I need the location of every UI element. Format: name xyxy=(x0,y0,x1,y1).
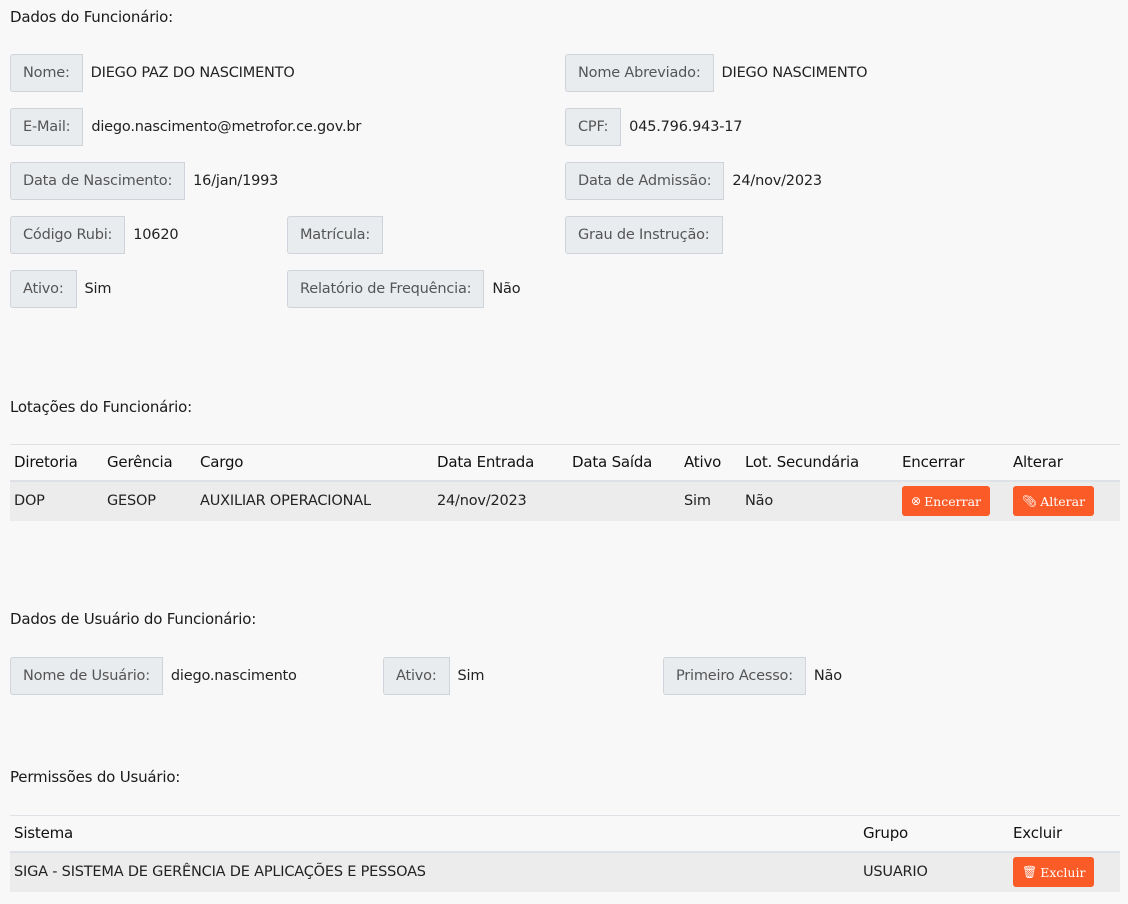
field-codigo-rubi: Código Rubi: 10620 xyxy=(10,216,179,254)
alterar-button-label: Alterar xyxy=(1040,493,1086,509)
field-nome-abreviado: Nome Abreviado: DIEGO NASCIMENTO xyxy=(565,54,868,92)
col-encerrar: Encerrar xyxy=(898,444,1009,482)
label-nome-usuario: Nome de Usuário: xyxy=(10,657,163,695)
permissoes-table: Sistema Grupo Excluir SIGA - SISTEMA DE … xyxy=(10,815,1120,892)
trash-icon: 🗑︎ xyxy=(1022,865,1038,879)
col-excluir: Excluir xyxy=(1009,815,1120,853)
label-cpf: CPF: xyxy=(565,108,622,146)
cell-sistema: SIGA - SISTEMA DE GERÊNCIA DE APLICAÇÕES… xyxy=(14,864,426,880)
label-ativo: Ativo: xyxy=(10,270,77,308)
cell-gerencia: GESOP xyxy=(107,493,156,509)
field-grau-instrucao: Grau de Instrução: xyxy=(565,216,731,254)
label-data-nascimento: Data de Nascimento: xyxy=(10,162,186,200)
permissoes-header-row: Sistema Grupo Excluir xyxy=(10,815,1120,853)
col-cargo: Cargo xyxy=(196,444,433,482)
table-row: SIGA - SISTEMA DE GERÊNCIA DE APLICAÇÕES… xyxy=(10,851,1120,892)
col-data-entrada: Data Entrada xyxy=(433,444,568,482)
paperclip-icon: 📎︎ xyxy=(1022,494,1038,508)
field-relatorio-frequencia: Relatório de Frequência: Não xyxy=(287,270,521,308)
value-primeiro-acesso: Não xyxy=(813,668,842,684)
section-title-permissoes: Permissões do Usuário: xyxy=(10,768,181,786)
label-primeiro-acesso: Primeiro Acesso: xyxy=(663,657,806,695)
col-alterar: Alterar xyxy=(1009,444,1120,482)
col-ativo: Ativo xyxy=(680,444,741,482)
cell-excluir: 🗑︎ Excluir xyxy=(1009,852,1120,892)
col-lot-secundaria: Lot. Secundária xyxy=(741,444,898,482)
section-title-dados-funcionario: Dados do Funcionário: xyxy=(10,8,173,26)
label-usuario-ativo: Ativo: xyxy=(383,657,450,695)
cell-diretoria: DOP xyxy=(14,493,45,509)
cell-lot-secundaria: Não xyxy=(745,493,774,509)
value-data-admissao: 24/nov/2023 xyxy=(732,173,822,189)
col-data-saida: Data Saída xyxy=(568,444,680,482)
cell-data-entrada: 24/nov/2023 xyxy=(437,493,527,509)
cell-grupo: USUARIO xyxy=(863,864,928,880)
label-codigo-rubi: Código Rubi: xyxy=(10,216,126,254)
times-circle-icon: ⊗ xyxy=(911,494,922,508)
section-title-lotacoes: Lotações do Funcionário: xyxy=(10,398,192,416)
excluir-button-label: Excluir xyxy=(1040,864,1086,880)
field-email: E-Mail: diego.nascimento@metrofor.ce.gov… xyxy=(10,108,361,146)
value-nome-usuario: diego.nascimento xyxy=(170,668,297,684)
lotacoes-table: Diretoria Gerência Cargo Data Entrada Da… xyxy=(10,444,1120,521)
value-nome-abreviado: DIEGO NASCIMENTO xyxy=(721,65,868,81)
field-nome: Nome: DIEGO PAZ DO NASCIMENTO xyxy=(10,54,295,92)
field-primeiro-acesso: Primeiro Acesso: Não xyxy=(663,657,842,695)
value-ativo: Sim xyxy=(84,281,112,297)
field-nome-usuario: Nome de Usuário: diego.nascimento xyxy=(10,657,297,695)
value-usuario-ativo: Sim xyxy=(457,668,485,684)
cell-data-saida xyxy=(568,481,680,521)
label-relatorio-frequencia: Relatório de Frequência: xyxy=(287,270,485,308)
field-cpf: CPF: 045.796.943-17 xyxy=(565,108,743,146)
lotacoes-header-row: Diretoria Gerência Cargo Data Entrada Da… xyxy=(10,444,1120,482)
label-matricula: Matrícula: xyxy=(287,216,384,254)
field-ativo: Ativo: Sim xyxy=(10,270,111,308)
col-grupo: Grupo xyxy=(859,815,1009,853)
section-title-dados-usuario: Dados de Usuário do Funcionário: xyxy=(10,610,257,628)
field-data-admissao: Data de Admissão: 24/nov/2023 xyxy=(565,162,822,200)
label-data-admissao: Data de Admissão: xyxy=(565,162,725,200)
cell-cargo: AUXILIAR OPERACIONAL xyxy=(200,493,371,509)
value-email: diego.nascimento@metrofor.ce.gov.br xyxy=(91,119,362,135)
field-matricula: Matrícula: xyxy=(287,216,391,254)
value-codigo-rubi: 10620 xyxy=(133,227,179,243)
encerrar-button[interactable]: ⊗ Encerrar xyxy=(902,486,991,516)
excluir-button[interactable]: 🗑︎ Excluir xyxy=(1013,857,1095,887)
col-gerencia: Gerência xyxy=(103,444,196,482)
table-row: DOP GESOP AUXILIAR OPERACIONAL 24/nov/20… xyxy=(10,480,1120,521)
value-relatorio-frequencia: Não xyxy=(492,281,521,297)
cell-ativo: Sim xyxy=(684,493,711,509)
alterar-button[interactable]: 📎︎ Alterar xyxy=(1013,486,1095,516)
value-data-nascimento: 16/jan/1993 xyxy=(193,173,279,189)
field-usuario-ativo: Ativo: Sim xyxy=(383,657,484,695)
label-nome-abreviado: Nome Abreviado: xyxy=(565,54,714,92)
col-diretoria: Diretoria xyxy=(10,444,103,482)
cell-encerrar: ⊗ Encerrar xyxy=(898,481,1009,521)
label-grau-instrucao: Grau de Instrução: xyxy=(565,216,723,254)
col-sistema: Sistema xyxy=(10,815,859,853)
cell-alterar: 📎︎ Alterar xyxy=(1009,481,1120,521)
field-data-nascimento: Data de Nascimento: 16/jan/1993 xyxy=(10,162,278,200)
label-nome: Nome: xyxy=(10,54,83,92)
label-email: E-Mail: xyxy=(10,108,84,146)
value-nome: DIEGO PAZ DO NASCIMENTO xyxy=(90,65,295,81)
encerrar-button-label: Encerrar xyxy=(924,493,982,509)
value-cpf: 045.796.943-17 xyxy=(629,119,743,135)
